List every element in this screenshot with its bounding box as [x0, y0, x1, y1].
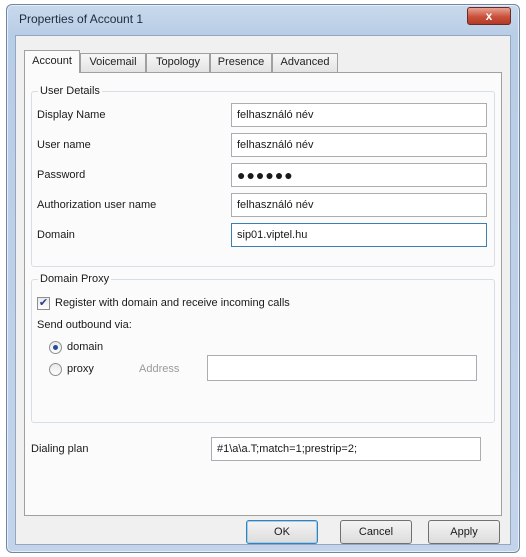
cancel-button[interactable]: Cancel [340, 520, 412, 544]
proxy-radio[interactable] [49, 363, 62, 376]
title-bar[interactable]: Properties of Account 1 x [7, 5, 519, 33]
tab-presence[interactable]: Presence [210, 53, 272, 72]
tab-advanced[interactable]: Advanced [272, 53, 338, 72]
user-name-field[interactable]: felhasználó név [231, 133, 487, 157]
tab-account[interactable]: Account [24, 50, 80, 73]
dialing-plan-field[interactable]: #1\a\a.T;match=1;prestrip=2; [211, 437, 481, 461]
window-title: Properties of Account 1 [19, 12, 144, 26]
properties-dialog: Properties of Account 1 x Account Voicem… [6, 4, 520, 553]
dialog-client-area: Account Voicemail Topology Presence Adva… [15, 35, 511, 545]
tab-topology[interactable]: Topology [146, 53, 210, 72]
address-label: Address [139, 363, 180, 375]
send-outbound-label: Send outbound via: [37, 319, 132, 331]
close-icon: x [485, 9, 493, 23]
apply-button[interactable]: Apply [428, 520, 500, 544]
domain-field[interactable]: sip01.viptel.hu [231, 223, 487, 247]
user-details-legend: User Details [40, 85, 100, 97]
display-name-label: Display Name [37, 109, 106, 121]
domain-radio-label: domain [67, 341, 104, 353]
proxy-radio-label: proxy [67, 363, 94, 375]
ok-button[interactable]: OK [246, 520, 318, 544]
checkmark-icon: ✔ [38, 297, 49, 309]
tab-voicemail[interactable]: Voicemail [80, 53, 146, 72]
domain-label: Domain [37, 229, 75, 241]
password-field[interactable]: ●●●●●● [231, 163, 487, 187]
dialing-plan-label: Dialing plan [31, 443, 89, 455]
register-checkbox[interactable]: ✔ [37, 297, 50, 310]
display-name-field[interactable]: felhasználó név [231, 103, 487, 127]
domain-radio[interactable] [49, 341, 62, 354]
auth-user-name-field[interactable]: felhasználó név [231, 193, 487, 217]
close-button[interactable]: x [467, 7, 511, 25]
address-field[interactable] [207, 355, 477, 381]
password-label: Password [37, 169, 86, 181]
domain-proxy-legend: Domain Proxy [40, 273, 110, 285]
register-label: Register with domain and receive incomin… [55, 297, 290, 309]
auth-user-name-label: Authorization user name [37, 199, 157, 211]
account-tab-panel: User Details Display Name felhasználó né… [24, 72, 502, 516]
user-name-label: User name [37, 139, 91, 151]
